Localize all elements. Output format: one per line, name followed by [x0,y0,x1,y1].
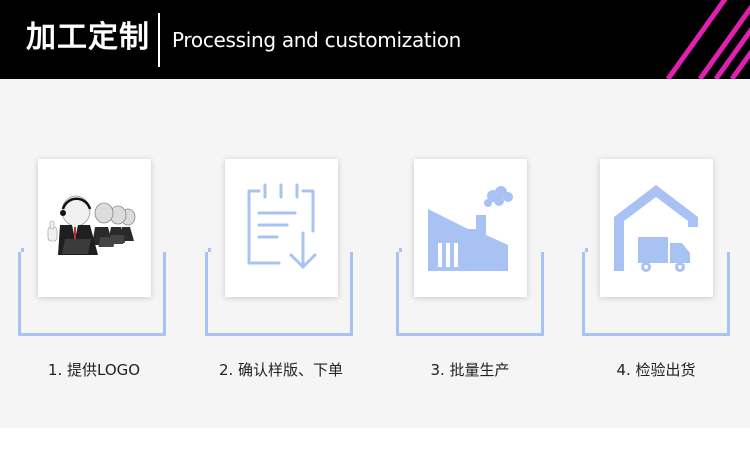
section-title-chinese: 加工定制 [26,20,150,55]
decorative-stripes-icon [665,0,750,79]
bottom-strip [0,428,750,462]
clipboard-download-icon [247,183,317,269]
step-2-card [225,159,338,297]
step-4: 4. 检验出货 [576,79,736,428]
step-2: 2. 确认样版、下单 [201,79,361,428]
step-3: 3. 批量生产 [390,79,550,428]
page: 加工定制 Processing and customization 1. 提供L… [0,0,750,462]
header-banner: 加工定制 Processing and customization [0,0,750,79]
step-3-card [414,159,527,297]
step-4-label: 4. 检验出货 [616,361,696,379]
process-steps: 1. 提供LOGO 2. 确认样版、下单 3. 批量生产 4. 检验出货 [0,79,750,428]
step-1-card [38,159,151,297]
customer-service-team-icon [47,195,136,255]
step-4-card [600,159,713,297]
step-1-label: 1. 提供LOGO [47,361,141,379]
step-2-label: 2. 确认样版、下单 [218,361,344,379]
factory-icon [428,186,513,271]
step-3-label: 3. 批量生产 [430,361,510,379]
section-title-english: Processing and customization [172,28,462,52]
title-divider [158,13,160,67]
step-1: 1. 提供LOGO [14,79,174,428]
warehouse-truck-icon [614,185,698,272]
